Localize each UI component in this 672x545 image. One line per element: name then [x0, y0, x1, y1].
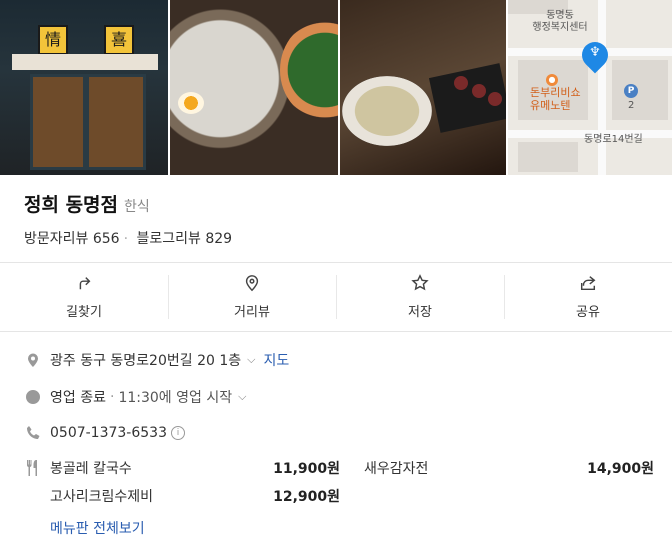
map-block: [518, 142, 578, 172]
place-header: 정희 동명점 한식: [24, 190, 150, 217]
food-photo-noodles[interactable]: [170, 0, 338, 175]
directions-label: 길찾기: [66, 305, 102, 320]
share-icon: [580, 276, 596, 291]
location-icon: [24, 351, 42, 369]
directions-button[interactable]: 길찾기: [0, 263, 168, 331]
menu-item-price: 12,900원: [273, 489, 340, 505]
star-icon: [411, 274, 429, 291]
place-category: 한식: [124, 199, 150, 215]
map-label-street: 동명로14번길: [584, 134, 643, 145]
fork-knife-icon: ♆: [589, 45, 601, 60]
visitor-reviews-link[interactable]: 방문자리뷰 656: [24, 231, 120, 247]
storefront-photo[interactable]: 情 喜: [0, 0, 168, 175]
photo-strip[interactable]: 情 喜 동명동 행정복지센터 ● 돈부리비쇼 유메노텐 동명로14번길 ♆ P …: [0, 0, 672, 175]
storefront-door: [30, 74, 146, 170]
address-text[interactable]: 광주 동구 동명로20번길 20 1층: [50, 350, 241, 370]
hours-row: 영업 종료 · 11:30에 영업 시작 ⌵: [24, 387, 246, 407]
business-status: 영업 종료: [50, 390, 106, 406]
egg-yolk: [178, 92, 204, 114]
fork-knife-icon: [26, 460, 37, 476]
map-block: [612, 60, 668, 120]
save-label: 저장: [408, 305, 432, 320]
review-summary: 방문자리뷰 656 · 블로그리뷰 829: [24, 228, 236, 248]
location-pin-icon: [245, 275, 259, 292]
menu-item-price: 11,900원: [273, 461, 340, 477]
address-row: 광주 동구 동명로20번길 20 1층 ⌵ 지도: [24, 350, 289, 370]
meat-piece: [454, 76, 468, 90]
phone-number[interactable]: 0507-1373-6533: [50, 425, 167, 441]
phone-row: 0507-1373-6533 i: [24, 424, 185, 442]
menu-item-price: 14,900원: [587, 461, 654, 477]
map-thumbnail[interactable]: 동명동 행정복지센터 ● 돈부리비쇼 유메노텐 동명로14번길 ♆ P 2: [508, 0, 672, 175]
side-dish-bowl: [280, 20, 338, 120]
business-hours-detail[interactable]: 11:30에 영업 시작: [118, 387, 232, 407]
chevron-down-icon[interactable]: ⌵: [247, 353, 255, 367]
directions-icon: [79, 277, 91, 290]
soup-bowl: [342, 76, 432, 146]
info-icon[interactable]: i: [171, 426, 185, 440]
separator-dot: ·: [123, 231, 129, 247]
blog-reviews-link[interactable]: 블로그리뷰 829: [136, 231, 232, 247]
clock-icon: [24, 388, 42, 406]
restaurant-marker-icon: ●: [546, 74, 558, 86]
food-photo-soup[interactable]: [340, 0, 506, 175]
share-label: 공유: [576, 305, 600, 320]
action-bar: 길찾기 거리뷰 저장 공유: [0, 263, 672, 331]
separator-dot: ·: [109, 389, 115, 405]
map-label-poi: 돈부리비쇼 유메노텐: [530, 86, 581, 112]
parking-icon: P: [624, 84, 638, 98]
meat-piece: [488, 92, 502, 106]
meat-piece: [472, 84, 486, 98]
menu-item[interactable]: 고사리크림수제비 12,900원: [50, 486, 340, 506]
chevron-down-icon[interactable]: ⌵: [238, 390, 246, 404]
save-button[interactable]: 저장: [336, 263, 504, 331]
map-link[interactable]: 지도: [263, 350, 289, 370]
menu-item-name: 고사리크림수제비: [50, 489, 154, 505]
streetview-button[interactable]: 거리뷰: [168, 263, 336, 331]
menu-item[interactable]: 봉골레 칼국수 11,900원: [50, 458, 340, 478]
share-button[interactable]: 공유: [504, 263, 672, 331]
place-name[interactable]: 정희 동명점: [24, 190, 118, 217]
map-label-district: 동명동 행정복지센터: [532, 10, 588, 33]
menu-item[interactable]: 새우감자전 14,900원: [364, 458, 654, 478]
phone-icon: [24, 424, 42, 442]
map-label-parking-count: 2: [628, 100, 635, 111]
storefront-sign-right: 喜: [104, 25, 134, 55]
view-full-menu-link[interactable]: 메뉴판 전체보기: [50, 518, 145, 538]
menu-item-name: 새우감자전: [364, 461, 429, 477]
storefront-banner: [12, 54, 158, 70]
divider: [0, 331, 672, 332]
streetview-label: 거리뷰: [234, 305, 270, 320]
menu-item-name: 봉골레 칼국수: [50, 461, 132, 477]
storefront-sign-left: 情: [38, 25, 68, 55]
